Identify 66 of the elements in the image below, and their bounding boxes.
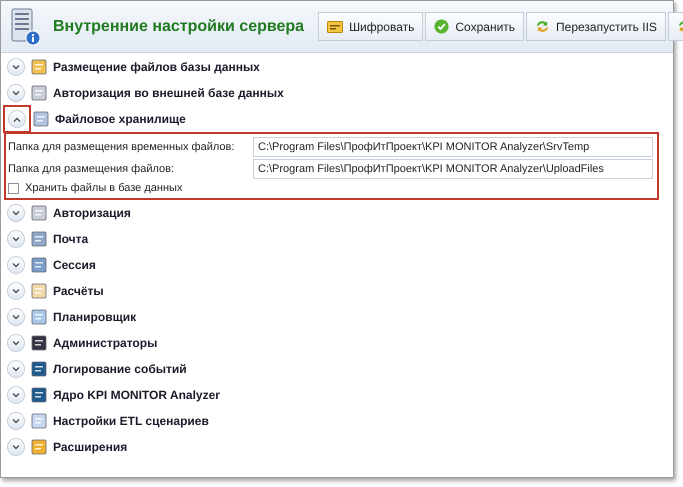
chevron-icon [12, 288, 20, 294]
section-title: Файловое хранилище [55, 111, 186, 128]
expand-button[interactable] [7, 230, 25, 248]
section-title: Настройки ETL сценариев [53, 413, 209, 430]
expand-button[interactable] [7, 360, 25, 378]
check-icon [434, 19, 450, 34]
section-title: Сессия [53, 257, 96, 274]
chevron-icon [12, 90, 20, 96]
chevron-icon [12, 366, 20, 372]
chevron-icon [12, 340, 20, 346]
chevron-icon [12, 210, 20, 216]
expand-button[interactable] [7, 256, 25, 274]
section-icon [31, 257, 47, 273]
expand-button[interactable] [7, 282, 25, 300]
expand-button[interactable] [7, 438, 25, 456]
window-title: Внутренние настройки сервера [53, 16, 304, 36]
chevron-icon [12, 314, 20, 320]
section-icon [31, 205, 47, 221]
section-icon [31, 309, 47, 325]
section-icon [31, 85, 47, 101]
chevron-icon [12, 236, 20, 242]
section-icon [31, 59, 47, 75]
section-title: Авторизация во внешней базе данных [53, 85, 284, 102]
expand-button[interactable] [7, 334, 25, 352]
chevron-icon [12, 418, 20, 424]
section-icon [31, 335, 47, 351]
server-info-icon [9, 8, 41, 46]
section-title: Почта [53, 231, 88, 248]
collapse-button[interactable] [8, 110, 26, 128]
section-title: Логирование событий [53, 361, 187, 378]
section-icon [31, 413, 47, 429]
toolbar-button[interactable]: Сохранить [425, 12, 524, 41]
toolbar-button[interactable]: Перезапустить IIS [526, 12, 666, 41]
field-label: Папка для размещения временных файлов: [8, 140, 236, 155]
expand-button[interactable] [7, 58, 25, 76]
chevron-icon [12, 262, 20, 268]
section-title: Ядро KPI MONITOR Analyzer [53, 387, 220, 404]
section-icon [31, 231, 47, 247]
section-title: Размещение файлов базы данных [53, 59, 260, 76]
checkbox-label: Хранить файлы в базе данных [25, 180, 182, 196]
chevron-icon [12, 444, 20, 450]
chevron-icon [12, 392, 20, 398]
expand-button[interactable] [7, 204, 25, 222]
path-field[interactable]: C:\Program Files\ПрофИтПроект\KPI MONITOR Analyzer\SrvTemp [253, 137, 653, 157]
section-title: Авторизация [53, 205, 131, 222]
section-title: Расчёты [53, 283, 104, 300]
field-label: Папка для размещения файлов: [8, 162, 176, 177]
key-icon [327, 20, 344, 32]
path-field[interactable]: C:\Program Files\ПрофИтПроект\KPI MONITOR Analyzer\UploadFiles [253, 159, 653, 179]
section-title: Расширения [53, 439, 128, 456]
expand-button[interactable] [7, 386, 25, 404]
section-title: Администраторы [53, 335, 158, 352]
chevron-icon [12, 64, 20, 70]
expand-button[interactable] [7, 308, 25, 326]
refresh-icon [535, 19, 550, 34]
expand-button[interactable] [7, 84, 25, 102]
section-icon [31, 361, 47, 377]
expand-button[interactable] [7, 412, 25, 430]
toolbar-button[interactable]: Шифровать [318, 12, 424, 41]
section-icon [31, 283, 47, 299]
section-title: Планировщик [53, 309, 136, 326]
chevron-icon [13, 116, 21, 122]
section-icon [31, 439, 47, 455]
section-icon [31, 387, 47, 403]
section-icon [33, 111, 49, 127]
checkbox[interactable] [8, 182, 19, 194]
